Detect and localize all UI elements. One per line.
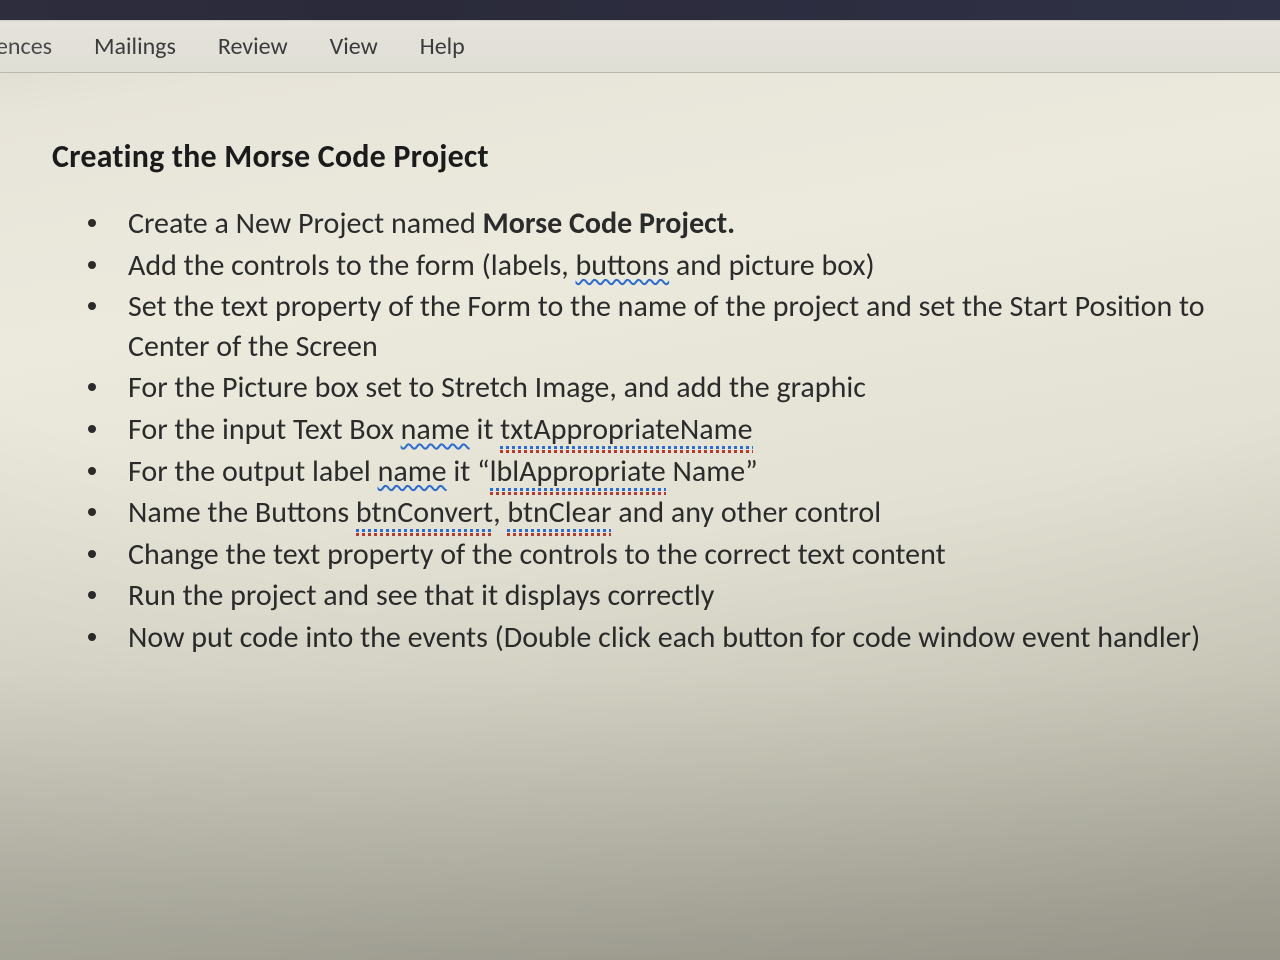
tab-review[interactable]: Review xyxy=(218,32,288,61)
proofing-grammar: name xyxy=(378,453,447,490)
list-item: Add the controls to the form (labels, bu… xyxy=(80,246,1224,286)
text: and any other control xyxy=(611,494,881,531)
titlebar-strip xyxy=(0,0,1280,20)
list-item: For the Picture box set to Stretch Image… xyxy=(80,368,1224,408)
proofing-spelling: txtAppropriateName xyxy=(500,411,752,453)
proofing-spelling: btnConvert xyxy=(356,494,493,536)
text: Name the Buttons xyxy=(128,494,356,531)
list-item: Name the Buttons btnConvert, btnClear an… xyxy=(80,493,1224,533)
proofing-spelling: btnClear xyxy=(507,494,611,536)
text: Create a New Project named xyxy=(128,205,483,242)
list-item: Set the text property of the Form to the… xyxy=(80,287,1224,366)
tab-mailings[interactable]: Mailings xyxy=(94,32,176,61)
tab-references[interactable]: erences xyxy=(0,32,52,61)
text: For the output label xyxy=(128,453,378,490)
text: Set the text property of the Form to the… xyxy=(128,288,1205,365)
text: and picture box) xyxy=(669,247,874,284)
proofing-spelling: lblAppropriate xyxy=(490,453,666,495)
text: Now put code into the events (Double cli… xyxy=(128,619,1200,656)
text: it xyxy=(470,411,501,448)
instruction-list: Create a New Project named Morse Code Pr… xyxy=(80,204,1224,658)
text: Name” xyxy=(666,453,758,490)
text-bold: Morse Code Project. xyxy=(483,205,736,242)
proofing-grammar: buttons xyxy=(576,247,670,284)
text: Add the controls to the form (labels, xyxy=(128,247,576,284)
list-item: Run the project and see that it displays… xyxy=(80,576,1224,616)
text: , xyxy=(493,494,507,531)
document-body: Creating the Morse Code Project Create a… xyxy=(0,73,1280,658)
word-document-photo: erences Mailings Review View Help Creati… xyxy=(0,0,1280,960)
text: Change the text property of the controls… xyxy=(128,536,946,573)
tab-view[interactable]: View xyxy=(330,32,378,61)
tab-help[interactable]: Help xyxy=(420,32,465,61)
list-item: Change the text property of the controls… xyxy=(80,535,1224,575)
text: For the input Text Box xyxy=(128,411,401,448)
list-item: For the output label name it “lblAppropr… xyxy=(80,452,1224,492)
section-heading: Creating the Morse Code Project xyxy=(52,137,1224,176)
list-item: Now put code into the events (Double cli… xyxy=(80,618,1224,658)
proofing-grammar: name xyxy=(401,411,470,448)
list-item: Create a New Project named Morse Code Pr… xyxy=(80,204,1224,244)
list-item: For the input Text Box name it txtApprop… xyxy=(80,410,1224,450)
text: For the Picture box set to Stretch Image… xyxy=(128,369,866,406)
text: it “ xyxy=(447,453,490,490)
text: Run the project and see that it displays… xyxy=(128,577,714,614)
ribbon-tabs: erences Mailings Review View Help xyxy=(0,20,1280,73)
